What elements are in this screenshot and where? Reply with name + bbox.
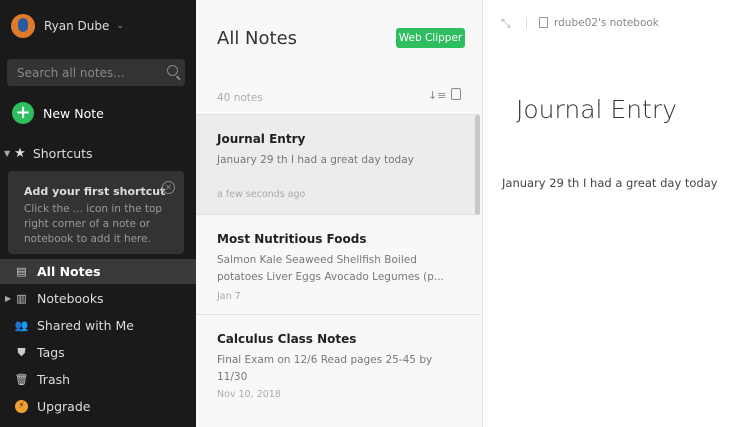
sidebar-item-label: Tags	[37, 345, 65, 360]
note-snippet: Salmon Kale Seaweed Shellfish Boiled pot…	[217, 254, 444, 283]
note-count: 40 notes	[217, 92, 263, 104]
sidebar-item-label: Notebooks	[37, 291, 104, 306]
sidebar-item-label: Upgrade	[37, 399, 91, 414]
close-icon[interactable]: ✕	[162, 181, 175, 194]
note-editor: ⤡ rdube02's notebook Journal Entry Janua…	[483, 0, 740, 427]
shortcut-tip: Add your first shortcut ✕ Click the ... …	[8, 171, 184, 254]
note-title: Calculus Class Notes	[217, 332, 357, 346]
star-icon: ★	[14, 146, 26, 161]
note-snippet: January 29 th I had a great day today	[217, 154, 414, 166]
user-name[interactable]: Ryan Dube	[44, 19, 109, 33]
list-item[interactable]: Journal Entry January 29 th I had a grea…	[196, 114, 480, 215]
shortcuts-label: Shortcuts	[32, 146, 93, 161]
sidebar-item-label: Trash	[37, 372, 71, 387]
note-snippet: Final Exam on 12/6 Read pages 25-45 by 1…	[217, 354, 433, 383]
scrollbar[interactable]	[475, 115, 480, 215]
sidebar-item-tags[interactable]: ⛊ Tags	[0, 340, 196, 365]
search-icon[interactable]	[167, 65, 178, 76]
note-list: All Notes Web Clipper 40 notes ↓≡ Journa…	[196, 0, 483, 427]
plus-icon: +	[12, 102, 34, 124]
divider	[526, 17, 527, 29]
notebooks-icon: ▥	[16, 292, 27, 305]
sidebar-item-upgrade[interactable]: ⚡ Upgrade	[0, 394, 196, 419]
avatar[interactable]	[11, 14, 35, 38]
trash-icon: 🗑	[14, 373, 29, 386]
chevron-down-icon[interactable]: ▼	[4, 149, 10, 158]
sort-icon[interactable]: ↓≡	[428, 89, 446, 102]
tag-filter-icon[interactable]	[451, 88, 461, 100]
web-clipper-button[interactable]: Web Clipper	[396, 28, 465, 48]
sidebar-item-shared[interactable]: 👥 Shared with Me	[0, 313, 196, 338]
list-item[interactable]: Calculus Class Notes Final Exam on 12/6 …	[196, 314, 480, 415]
all-notes-icon: ▤	[16, 265, 27, 278]
note-date: Jan 7	[217, 291, 241, 302]
sidebar-item-label: Shared with Me	[37, 318, 134, 333]
sidebar-item-label: All Notes	[37, 264, 101, 279]
note-title-field[interactable]: Journal Entry	[516, 95, 677, 124]
note-body-field[interactable]: January 29 th I had a great day today	[502, 176, 718, 190]
shortcuts-toggle[interactable]: ▼ ★ Shortcuts	[4, 146, 93, 161]
chevron-down-icon[interactable]: ⌄	[116, 21, 124, 31]
chevron-right-icon[interactable]: ▶	[5, 294, 11, 303]
expand-icon[interactable]: ⤡	[501, 16, 511, 31]
notebook-icon	[539, 17, 548, 28]
new-note-button[interactable]: + New Note	[12, 102, 104, 124]
note-title: Most Nutritious Foods	[217, 232, 367, 246]
new-note-label: New Note	[43, 105, 104, 121]
note-date: Nov 10, 2018	[217, 389, 281, 400]
note-date: a few seconds ago	[217, 189, 306, 200]
search-input[interactable]: Search all notes...	[7, 59, 185, 86]
upgrade-icon: ⚡	[15, 400, 28, 413]
list-item[interactable]: Most Nutritious Foods Salmon Kale Seawee…	[196, 214, 480, 315]
shared-icon: 👥	[14, 319, 29, 332]
user-menu[interactable]: Ryan Dube ⌄	[11, 13, 124, 39]
sidebar-item-trash[interactable]: 🗑 Trash	[0, 367, 196, 392]
page-title: All Notes	[217, 28, 298, 49]
notebook-selector[interactable]: rdube02's notebook	[554, 17, 659, 29]
tag-icon: ⛊	[17, 345, 26, 359]
note-title: Journal Entry	[217, 132, 306, 146]
sidebar-item-all-notes[interactable]: ▤ All Notes	[0, 259, 196, 284]
tip-title: Add your first shortcut	[24, 185, 166, 198]
sidebar-item-notebooks[interactable]: ▶ ▥ Notebooks	[0, 286, 196, 311]
tip-body: Click the ... icon in the top right corn…	[24, 203, 163, 245]
search-placeholder: Search all notes...	[17, 66, 125, 80]
sidebar: Ryan Dube ⌄ Search all notes... + New No…	[0, 0, 196, 427]
